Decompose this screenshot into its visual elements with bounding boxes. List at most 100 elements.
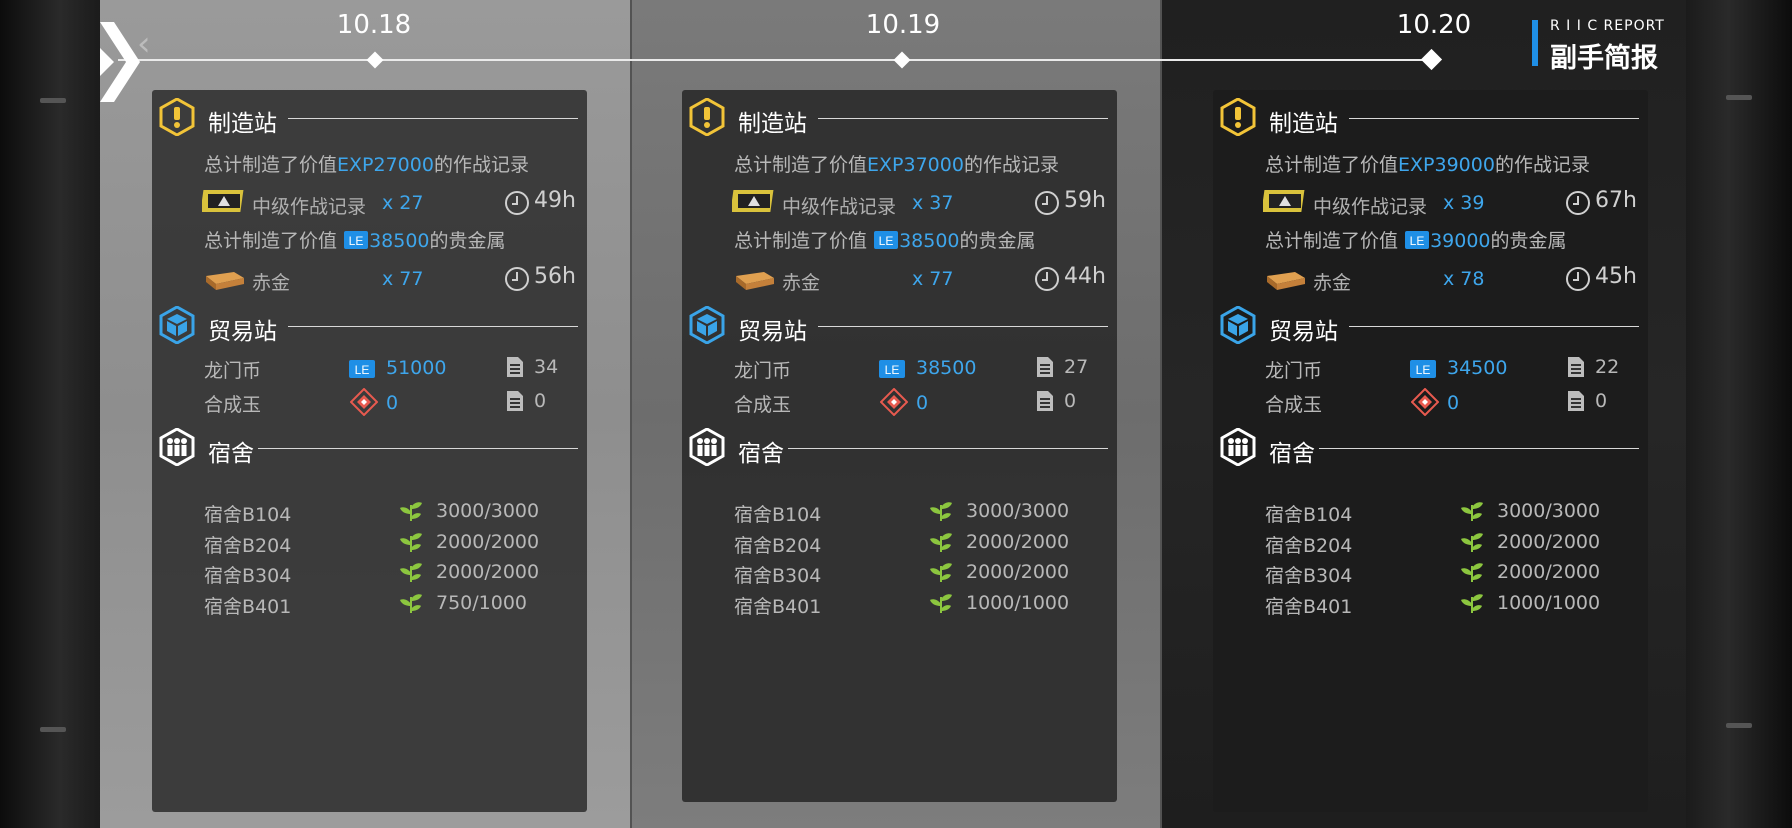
date-label: 10.19 bbox=[865, 10, 941, 40]
column-divider bbox=[1160, 0, 1162, 828]
section-title: 宿舍 bbox=[738, 441, 784, 467]
document-icon bbox=[1568, 391, 1584, 411]
gold-item-name: 赤金 bbox=[252, 272, 291, 294]
exclamation-badge-icon bbox=[689, 98, 725, 136]
leaf-icon bbox=[1459, 499, 1485, 527]
orundum-label: 合成玉 bbox=[1265, 394, 1323, 416]
dorm-room-name: 宿舍B401 bbox=[1265, 595, 1353, 618]
section-divider bbox=[818, 326, 1108, 327]
exclamation-badge-icon bbox=[1220, 98, 1256, 136]
people-icon bbox=[689, 428, 725, 466]
record-time: 49h bbox=[534, 188, 576, 213]
back-chevron-icon[interactable]: ‹ bbox=[137, 24, 151, 64]
orundum-icon bbox=[1411, 388, 1439, 416]
orundum-orders: 0 bbox=[1064, 390, 1077, 412]
record-item-name: 中级作战记录 bbox=[782, 196, 897, 218]
metal-summary: 总计制造了价值 LE 38500的贵金属 bbox=[734, 226, 1036, 253]
exp-value: EXP37000 bbox=[867, 154, 964, 176]
gold-item-name: 赤金 bbox=[782, 272, 821, 294]
timeline bbox=[118, 59, 1438, 61]
dorm-morale-value: 3000/3000 bbox=[1497, 500, 1601, 522]
day-panel: 制造站 总计制造了价值EXP27000的作战记录 中级作战记录 x 27 49h… bbox=[152, 90, 587, 812]
dorm-section-header: 宿舍 bbox=[688, 428, 1108, 468]
column-divider bbox=[630, 0, 632, 828]
section-title: 贸易站 bbox=[738, 319, 807, 345]
metal-value: 38500 bbox=[899, 230, 960, 252]
orundum-value: 0 bbox=[916, 392, 929, 414]
left-frame bbox=[0, 0, 100, 828]
battle-record-icon bbox=[732, 190, 774, 212]
clock-icon bbox=[1566, 267, 1590, 291]
lmd-orders: 27 bbox=[1064, 356, 1089, 378]
lmd-label: 龙门币 bbox=[204, 360, 262, 382]
lmd-currency-icon: LE bbox=[1410, 360, 1436, 378]
crate-icon bbox=[1220, 306, 1256, 344]
summary-prefix: 总计制造了价值 bbox=[204, 154, 338, 176]
report-title: 副手简报 bbox=[1550, 43, 1658, 74]
clock-icon bbox=[1566, 191, 1590, 215]
gold-count: x 77 bbox=[382, 268, 424, 290]
summary-prefix: 总计制造了价值 bbox=[1265, 230, 1399, 252]
lmd-label: 龙门币 bbox=[1265, 360, 1323, 382]
dorm-morale-value: 2000/2000 bbox=[436, 561, 540, 583]
section-title: 制造站 bbox=[738, 111, 807, 137]
summary-prefix: 总计制造了价值 bbox=[734, 230, 868, 252]
frame-mark bbox=[40, 727, 66, 732]
gold-count: x 78 bbox=[1443, 268, 1485, 290]
manufacture-section-header: 制造站 bbox=[1219, 98, 1639, 138]
document-icon bbox=[507, 391, 523, 411]
document-icon bbox=[1037, 357, 1053, 377]
summary-prefix: 总计制造了价值 bbox=[204, 230, 338, 252]
record-item-name: 中级作战记录 bbox=[252, 196, 367, 218]
lmd-value: 38500 bbox=[916, 357, 977, 379]
metal-summary: 总计制造了价值 LE 38500的贵金属 bbox=[204, 226, 506, 253]
record-count: x 39 bbox=[1443, 192, 1485, 214]
exp-summary: 总计制造了价值EXP37000的作战记录 bbox=[734, 150, 1059, 177]
clock-icon bbox=[505, 191, 529, 215]
gold-bar-icon bbox=[736, 272, 774, 290]
dorm-morale-value: 2000/2000 bbox=[436, 530, 540, 553]
battle-record-icon bbox=[202, 190, 244, 212]
document-icon bbox=[1037, 391, 1053, 411]
frame-mark bbox=[40, 98, 66, 103]
lmd-currency-icon: LE bbox=[879, 360, 905, 378]
dorm-room-name: 宿舍B401 bbox=[204, 595, 292, 618]
svg-text:LE: LE bbox=[879, 234, 894, 248]
battle-record-icon bbox=[1263, 190, 1305, 212]
day-panel: 制造站 总计制造了价值EXP39000的作战记录 中级作战记录 x 39 67h… bbox=[1213, 90, 1648, 812]
leaf-icon bbox=[1459, 591, 1485, 619]
date-label: 10.20 bbox=[1396, 10, 1472, 40]
dorm-room-name: 宿舍B104 bbox=[204, 504, 292, 526]
lmd-currency-icon: LE bbox=[344, 231, 369, 249]
gold-bar-icon bbox=[1267, 272, 1305, 290]
right-frame bbox=[1686, 0, 1792, 828]
lmd-value: 34500 bbox=[1447, 357, 1508, 379]
exp-summary: 总计制造了价值EXP27000的作战记录 bbox=[204, 150, 529, 177]
summary-prefix: 总计制造了价值 bbox=[1265, 154, 1399, 176]
dorm-room-name: 宿舍B104 bbox=[1265, 504, 1353, 526]
dorm-morale-value: 2000/2000 bbox=[966, 530, 1070, 553]
manufacture-section-header: 制造站 bbox=[688, 98, 1108, 138]
document-icon bbox=[1568, 357, 1584, 377]
dorm-morale-value: 750/1000 bbox=[436, 591, 528, 614]
back-arrow-logo-icon[interactable] bbox=[100, 22, 142, 106]
dorm-room-name: 宿舍B204 bbox=[734, 534, 822, 557]
leaf-icon bbox=[398, 499, 424, 527]
leaf-icon bbox=[398, 530, 424, 558]
section-divider bbox=[288, 326, 578, 327]
svg-text:LE: LE bbox=[1416, 363, 1431, 377]
crate-icon bbox=[159, 306, 195, 344]
exp-value: EXP39000 bbox=[1398, 154, 1495, 176]
summary-suffix: 的贵金属 bbox=[959, 230, 1036, 252]
lmd-currency-icon: LE bbox=[349, 360, 375, 378]
leaf-icon bbox=[928, 591, 954, 619]
clock-icon bbox=[1035, 267, 1059, 291]
section-title: 贸易站 bbox=[208, 319, 277, 345]
summary-suffix: 的作战记录 bbox=[1494, 154, 1590, 176]
people-icon bbox=[1220, 428, 1256, 466]
leaf-icon bbox=[398, 591, 424, 619]
lmd-currency-icon: LE bbox=[1405, 231, 1430, 249]
leaf-icon bbox=[928, 499, 954, 527]
summary-suffix: 的作战记录 bbox=[963, 154, 1059, 176]
gold-count: x 77 bbox=[912, 268, 954, 290]
